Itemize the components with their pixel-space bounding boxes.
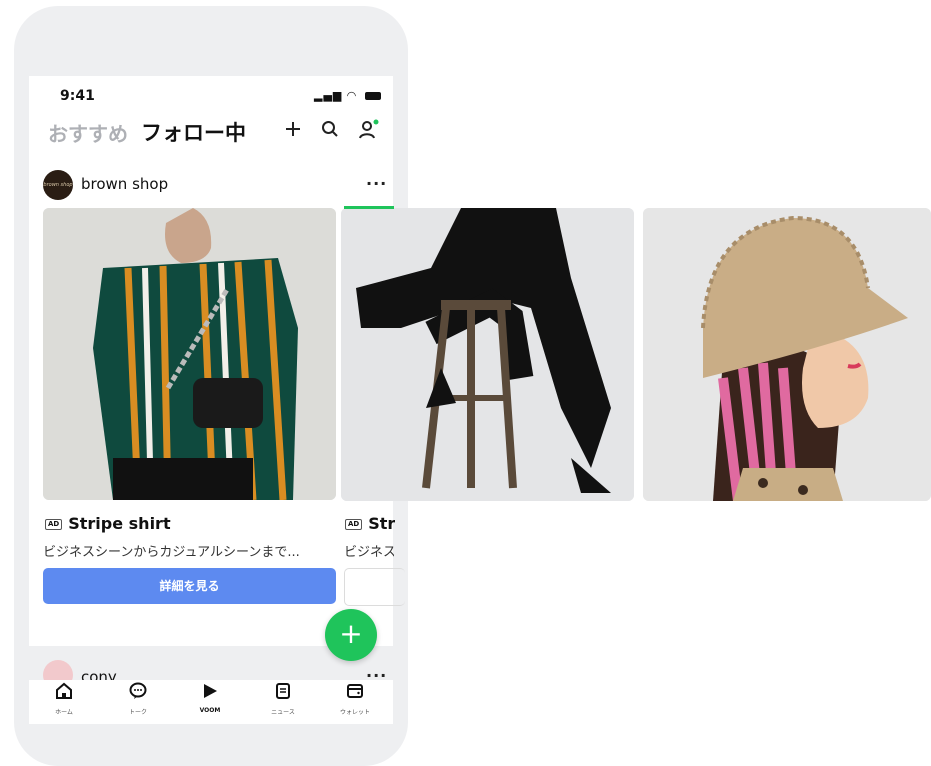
create-post-button[interactable]: + xyxy=(325,609,377,661)
home-icon xyxy=(34,682,94,705)
tab-following[interactable]: フォロー中 xyxy=(141,117,246,147)
nav-home[interactable]: ホーム xyxy=(34,682,94,716)
card-title-text: Stripe shirt xyxy=(68,514,171,533)
card-description: ビジネスシーンからカジュアルシーンまで... xyxy=(43,545,300,560)
card-accent xyxy=(344,206,394,209)
nav-label-news: ニュース xyxy=(271,709,295,716)
ad-badge: AD xyxy=(45,519,63,530)
product-image-bucket-hat[interactable] xyxy=(643,208,931,501)
shop-avatar[interactable]: brown shop xyxy=(43,170,73,200)
bottom-nav: ホーム トーク VOOM ニュース ウォレット xyxy=(29,680,393,724)
add-icon[interactable] xyxy=(283,119,303,143)
battery-icon xyxy=(364,92,381,100)
avatar-text: brown shop xyxy=(43,182,73,188)
signal-icon: ▂▄▆ xyxy=(314,89,343,102)
voom-icon xyxy=(180,682,240,705)
nav-talk[interactable]: トーク xyxy=(108,682,168,716)
nav-label-wallet: ウォレット xyxy=(339,709,370,716)
nav-label-voom: VOOM xyxy=(199,707,221,714)
card-title-text-2: Stri xyxy=(368,514,395,533)
nav-wallet[interactable]: ウォレット xyxy=(325,682,385,716)
search-icon[interactable] xyxy=(320,119,340,143)
wallet-icon xyxy=(325,682,385,705)
chat-icon xyxy=(108,682,168,705)
nav-label-home: ホーム xyxy=(55,709,73,716)
product-image-stripe-shirt[interactable] xyxy=(43,208,336,500)
nav-voom[interactable]: VOOM xyxy=(180,682,240,714)
more-options-icon[interactable]: ··· xyxy=(366,174,387,193)
card-title[interactable]: AD Stripe shirt xyxy=(45,514,171,533)
ad-badge-2: AD xyxy=(345,519,363,530)
product-image-black-pants[interactable] xyxy=(341,208,634,501)
wifi-icon: ◠ xyxy=(347,89,357,102)
status-time: 9:41 xyxy=(60,88,95,104)
detail-button[interactable]: 詳細を見る xyxy=(43,568,336,604)
nav-news[interactable]: ニュース xyxy=(253,682,313,716)
shop-name[interactable]: brown shop xyxy=(81,175,168,193)
card-title-2[interactable]: AD Stri xyxy=(345,514,395,533)
nav-label-talk: トーク xyxy=(128,709,147,716)
profile-icon[interactable] xyxy=(357,119,379,145)
detail-button-2[interactable] xyxy=(344,568,405,606)
card-description-2: ビジネス xyxy=(344,545,394,560)
tab-recommend[interactable]: おすすめ xyxy=(48,118,128,147)
news-icon xyxy=(253,682,313,705)
status-icons: ▂▄▆ ◠ xyxy=(314,89,381,102)
